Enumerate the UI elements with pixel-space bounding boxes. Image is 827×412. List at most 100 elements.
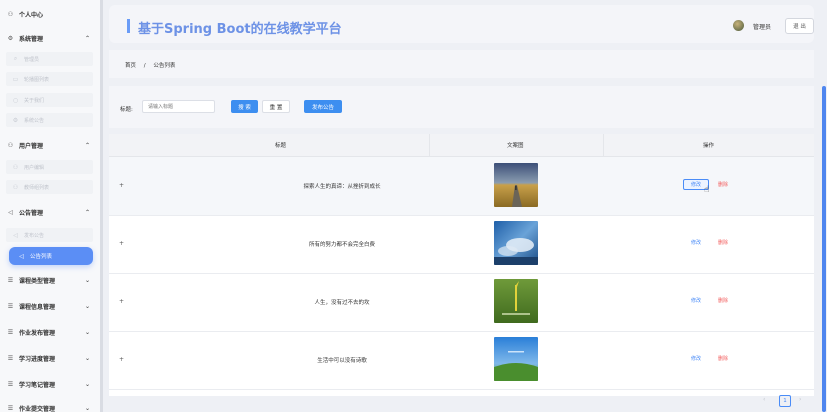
table-row[interactable]: + 探索人生的真谛：从挫折到成长 修改 ☝ 删除	[109, 157, 814, 216]
nav-group-learning-progress[interactable]: ☰ 学习进度管理 ⌄	[6, 351, 96, 365]
nav-group-course-type[interactable]: ☰ 课程类型管理 ⌄	[6, 273, 96, 287]
expand-icon[interactable]: +	[119, 356, 124, 363]
list-icon: ☰	[7, 404, 14, 412]
sidebar-item-label: 发布公告	[24, 232, 45, 239]
chevron-down-icon: ⌄	[84, 354, 90, 362]
page-number-button[interactable]: 1	[779, 395, 791, 407]
nav-group-homework-publish[interactable]: ☰ 作业发布管理 ⌄	[6, 325, 96, 339]
expand-icon[interactable]: +	[119, 298, 124, 305]
sidebar-item-teacher-list[interactable]: ⚇ 教师组列表	[6, 180, 93, 194]
gear-icon: ⚙	[7, 34, 14, 42]
sidebar-item-label: 公告列表	[30, 254, 53, 260]
prev-page-button[interactable]: ‹	[763, 396, 765, 403]
delete-button[interactable]: 删除	[718, 179, 728, 190]
scrollbar-thumb[interactable]	[822, 86, 826, 412]
nav-group-label: 学习进度管理	[19, 355, 56, 363]
publish-notice-button[interactable]: 发布公告	[304, 100, 342, 113]
reset-button[interactable]: 重 置	[262, 100, 290, 113]
nav-group-system[interactable]: ⚙ 系统管理 ⌃	[6, 31, 96, 45]
chevron-down-icon: ⌄	[84, 404, 90, 412]
info-icon: ○	[12, 96, 19, 104]
notice-image[interactable]	[494, 279, 538, 323]
chevron-up-icon: ⌃	[84, 208, 90, 216]
logout-button[interactable]: 退 出	[785, 18, 814, 34]
chevron-down-icon: ⌄	[84, 276, 90, 284]
main-content: 基于Spring Boot的在线教学平台 管理员 退 出 首页 / 公告列表 标…	[103, 0, 819, 412]
column-divider	[429, 134, 430, 156]
sidebar-item-notice-list[interactable]: ◁ 公告列表	[9, 247, 93, 265]
nav-personal-center-label: 个人中心	[19, 11, 44, 19]
list-icon: ☰	[7, 328, 14, 336]
chevron-down-icon: ⌄	[84, 380, 90, 388]
sidebar-item-label: 轮播图列表	[24, 76, 50, 83]
sidebar-item-label: 系统公告	[24, 117, 45, 124]
sidebar-item-about[interactable]: ○ 关于我们	[6, 93, 93, 107]
delete-button[interactable]: 删除	[718, 237, 728, 248]
breadcrumb-home[interactable]: 首页	[125, 63, 136, 69]
avatar[interactable]	[733, 20, 744, 31]
column-header-actions: 操作	[703, 143, 715, 149]
user-icon: ⚇	[12, 163, 19, 171]
nav-group-label: 课程信息管理	[19, 303, 56, 311]
table-row[interactable]: + 生活中可以没有诗歌 修改 删除	[109, 331, 814, 390]
sidebar-item-label: 用户编辑	[24, 164, 45, 171]
delete-button[interactable]: 删除	[718, 295, 728, 306]
nav-group-label: 作业发布管理	[19, 329, 56, 337]
notice-title: 探索人生的真谛：从挫折到成长	[303, 184, 381, 190]
search-icon: ⌕	[13, 55, 18, 62]
sidebar-item-publish-notice[interactable]: ◁ 发布公告	[6, 228, 93, 242]
notice-image[interactable]	[494, 163, 538, 207]
list-icon: ☰	[7, 380, 14, 388]
column-header-image: 文案图	[507, 143, 524, 149]
users-icon: ⚇	[7, 141, 14, 149]
nav-group-users[interactable]: ⚇ 用户管理 ⌃	[6, 138, 96, 152]
search-button[interactable]: 搜 索	[231, 100, 258, 113]
sidebar-item-label: 关于我们	[24, 97, 45, 104]
nav-group-homework-submit[interactable]: ☰ 作业提交管理 ⌄	[6, 401, 96, 412]
page-title: 基于Spring Boot的在线教学平台	[138, 22, 342, 37]
sidebar-item-admin[interactable]: ⌕ 管理员	[6, 52, 93, 66]
table-row[interactable]: + 所有的努力都不会完全白费 修改 删除	[109, 215, 814, 274]
gear-icon: ⚙	[12, 116, 19, 124]
table-row[interactable]: + 人生，没有过不去的坎 修改 删除	[109, 273, 814, 332]
user-icon: ⚇	[7, 10, 14, 18]
list-icon: ☰	[7, 302, 14, 310]
search-input[interactable]	[142, 100, 215, 113]
chevron-down-icon: ⌄	[84, 328, 90, 336]
nav-group-course-info[interactable]: ☰ 课程信息管理 ⌄	[6, 299, 96, 313]
list-icon: ☰	[7, 354, 14, 362]
chevron-up-icon: ⌃	[84, 141, 90, 149]
chevron-up-icon: ⌃	[84, 34, 90, 42]
notice-image[interactable]	[494, 337, 538, 381]
megaphone-icon: ◁	[13, 231, 18, 239]
breadcrumb-separator: /	[143, 63, 146, 69]
expand-icon[interactable]: +	[119, 182, 124, 189]
notice-title: 人生，没有过不去的坎	[314, 300, 370, 306]
next-page-button[interactable]: ›	[799, 396, 801, 403]
nav-group-label: 学习笔记管理	[19, 381, 56, 389]
sidebar-item-carousel[interactable]: ▭ 轮播图列表	[6, 72, 93, 86]
edit-button[interactable]: 修改	[683, 295, 709, 306]
user-icon: ⚇	[12, 183, 19, 191]
breadcrumb-current: 公告列表	[153, 63, 176, 69]
notice-title: 生活中可以没有诗歌	[317, 358, 367, 364]
megaphone-icon: ◁	[19, 252, 24, 260]
edit-button[interactable]: 修改	[683, 353, 709, 364]
nav-group-notice[interactable]: ◁ 公告管理 ⌃	[6, 205, 96, 219]
nav-group-label: 作业提交管理	[19, 405, 56, 412]
notice-image[interactable]	[494, 221, 538, 265]
megaphone-icon: ◁	[8, 208, 13, 216]
expand-icon[interactable]: +	[119, 240, 124, 247]
delete-button[interactable]: 删除	[718, 353, 728, 364]
nav-group-study-notes[interactable]: ☰ 学习笔记管理 ⌄	[6, 377, 96, 391]
search-form: 标题: 搜 索 重 置 发布公告	[109, 86, 814, 128]
sidebar-item-system-notice[interactable]: ⚙ 系统公告	[6, 113, 93, 127]
column-divider	[603, 134, 604, 156]
sidebar: ⚇ 个人中心 ⚙ 系统管理 ⌃ ⌕ 管理员 ▭ 轮播图列表 ○ 关于我们 ⚙ 系…	[0, 0, 100, 412]
sidebar-item-user-edit[interactable]: ⚇ 用户编辑	[6, 160, 93, 174]
edit-button[interactable]: 修改	[683, 237, 709, 248]
nav-group-label: 公告管理	[19, 209, 44, 217]
nav-personal-center[interactable]: ⚇ 个人中心	[6, 7, 43, 21]
user-name: 管理员	[753, 24, 772, 31]
chevron-down-icon: ⌄	[84, 302, 90, 310]
